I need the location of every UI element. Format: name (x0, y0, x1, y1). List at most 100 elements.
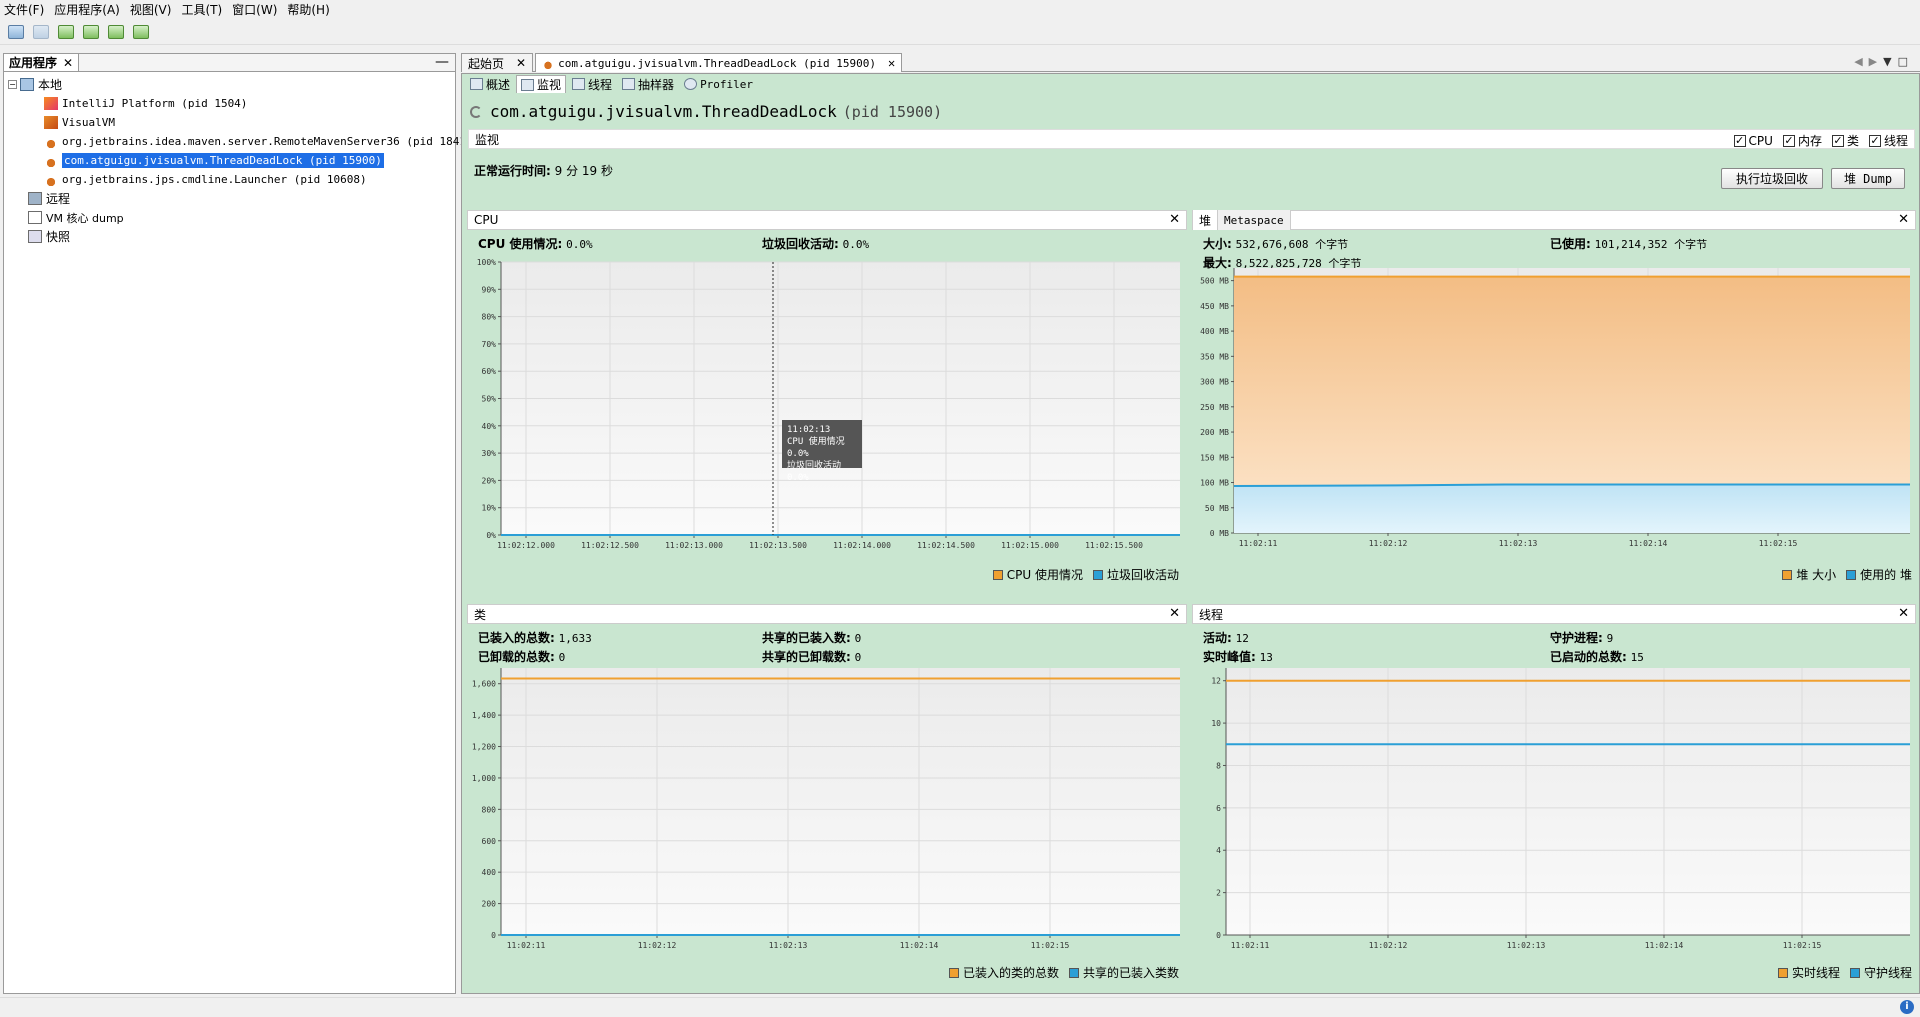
x-tick-label: 11:02:15 (1759, 539, 1798, 548)
close-icon[interactable]: ✕ (516, 56, 526, 70)
classes-loaded-value: 1,633 (558, 632, 592, 645)
classes-unloaded-value: 0 (558, 651, 566, 664)
add-snapshot-button[interactable] (131, 22, 151, 42)
page-title: com.atguigu.jvisualvm.ThreadDeadLock (pi… (470, 102, 942, 121)
legend-swatch (1777, 967, 1788, 978)
y-tick-label: 1,200 (472, 743, 496, 752)
classes-panel-header: 类 ✕ (467, 604, 1187, 624)
menu-help[interactable]: 帮助(H) (287, 1, 329, 18)
tab-list-icon[interactable]: ▼ (1883, 55, 1897, 68)
monitor-header: 监视 ✓ CPU ✓ 内存 ✓ 类 ✓ 线程 (468, 129, 1915, 149)
threads-daemon-label: 守护进程: (1550, 631, 1603, 645)
y-tick-label: 500 MB (1200, 277, 1229, 286)
scroll-left-icon[interactable]: ◀ (1854, 55, 1868, 68)
tree-node-app[interactable]: org.jetbrains.jps.cmdline.Launcher (pid … (4, 170, 455, 189)
close-icon[interactable]: ✕ (1169, 606, 1180, 621)
tab-app[interactable]: com.atguigu.jvisualvm.ThreadDeadLock (pi… (535, 53, 903, 72)
tab-heap[interactable]: 堆 (1193, 210, 1219, 230)
minimize-icon[interactable]: — (435, 54, 449, 70)
tree-node-app[interactable]: org.jetbrains.idea.maven.server.RemoteMa… (4, 132, 479, 151)
tab-overview[interactable]: 概述 (466, 75, 514, 93)
shared-unloaded-label: 共享的已卸载数: (762, 650, 851, 664)
threads-daemon-value: 9 (1606, 632, 1614, 645)
add-remote-host-button[interactable] (81, 22, 101, 42)
tab-overview-label: 概述 (486, 77, 511, 92)
y-tick-label: 400 (482, 868, 497, 877)
x-tick-label: 11:02:11 (1239, 539, 1278, 548)
heap-used-label: 已使用: (1550, 237, 1591, 251)
page-title-pid: (pid 15900) (842, 102, 943, 121)
shared-loaded-value: 0 (854, 632, 862, 645)
heap-size-value: 532,676,608 个字节 (1235, 238, 1349, 251)
tab-metaspace[interactable]: Metaspace (1218, 210, 1291, 230)
tree-node-remote[interactable]: 远程 (4, 189, 455, 208)
y-tick-label: 10% (482, 504, 497, 513)
collapse-icon[interactable]: − (8, 80, 17, 89)
heap-panel-header: 堆 Metaspace ✕ (1192, 210, 1916, 230)
classes-panel: 类 ✕ 已装入的总数: 1,633 已卸载的总数: 0 共享的已装入数: 0 共… (467, 604, 1187, 991)
tab-app-label: com.atguigu.jvisualvm.ThreadDeadLock (pi… (558, 56, 876, 70)
y-tick-label: 400 MB (1200, 327, 1229, 336)
menu-window[interactable]: 窗口(W) (232, 1, 277, 18)
y-tick-label: 4 (1216, 846, 1221, 855)
tab-applications-label: 应用程序 (9, 56, 58, 70)
y-tick-label: 1,600 (472, 680, 496, 689)
classes-checkbox[interactable]: ✓ 类 (1831, 132, 1859, 149)
intellij-icon (44, 97, 58, 110)
toolbar (0, 19, 1920, 45)
y-tick-label: 0 MB (1210, 529, 1229, 538)
tab-applications[interactable]: 应用程序 ✕ (4, 54, 80, 71)
close-icon[interactable]: ✕ (1169, 212, 1180, 227)
open-icon (8, 24, 24, 39)
scroll-right-icon[interactable]: ▶ (1869, 55, 1883, 68)
tree-node-app[interactable]: IntelliJ Platform (pid 1504) (4, 94, 455, 113)
tab-profiler[interactable]: Profiler (680, 75, 757, 93)
legend-swatch (948, 967, 959, 978)
menu-tools[interactable]: 工具(T) (181, 1, 222, 18)
maximize-icon[interactable]: □ (1898, 55, 1914, 68)
tab-threads[interactable]: 线程 (568, 75, 616, 93)
add-jmx-button[interactable] (56, 22, 76, 42)
cpu-panel-title: CPU (474, 213, 499, 227)
y-tick-label: 100% (477, 258, 496, 267)
cpu-tooltip: 11:02:13 CPU 使用情况 0.0% 垃圾回收活动 0.0% (782, 420, 862, 483)
threads-checkbox[interactable]: ✓ 线程 (1868, 132, 1908, 149)
menu-applications[interactable]: 应用程序(A) (54, 1, 120, 18)
tree-node-app[interactable]: VisualVM (4, 113, 455, 132)
close-icon[interactable]: ✕ (1898, 212, 1909, 227)
monitor-checkboxes: ✓ CPU ✓ 内存 ✓ 类 ✓ 线程 (1724, 132, 1908, 149)
save-button[interactable] (31, 22, 51, 42)
cpu-usage-label: CPU 使用情况: (478, 237, 563, 251)
menu-file[interactable]: 文件(F) (4, 1, 44, 18)
tab-sampler[interactable]: 抽样器 (618, 75, 678, 93)
uptime: 正常运行时间: 9 分 19 秒 (474, 162, 613, 179)
legend-used-heap: 使用的 堆 (1860, 568, 1912, 582)
memory-checkbox[interactable]: ✓ 内存 (1782, 132, 1822, 149)
perform-gc-button[interactable]: 执行垃圾回收 (1721, 168, 1823, 189)
close-icon[interactable]: ✕ (888, 56, 895, 70)
x-tick-label: 11:02:12 (638, 941, 677, 950)
y-tick-label: 30% (482, 449, 497, 458)
profiler-icon (684, 78, 698, 90)
tab-start-page[interactable]: 起始页 ✕ (461, 53, 534, 72)
threads-chart: 0 2 4 6 8 10 12 11:02:11 11:02:12 11:02:13 11:02:1… (1211, 668, 1910, 950)
info-icon[interactable]: i (1900, 1000, 1914, 1014)
tree-node-app-selected[interactable]: com.atguigu.jvisualvm.ThreadDeadLock (pi… (4, 151, 455, 170)
tree-node-snapshots[interactable]: 快照 (4, 227, 455, 246)
cpu-checkbox[interactable]: ✓ CPU (1733, 132, 1773, 149)
legend-loaded-classes: 已装入的类的总数 (962, 966, 1059, 980)
remote-icon (28, 192, 42, 205)
close-icon[interactable]: ✕ (63, 56, 73, 70)
tree-node-vm-core-dump[interactable]: VM 核心 dump (4, 208, 455, 227)
cpu-panel-header: CPU ✕ (467, 210, 1187, 230)
close-icon[interactable]: ✕ (1898, 606, 1909, 621)
tab-monitor[interactable]: 监视 (516, 75, 567, 93)
checkbox-checked-icon: ✓ (1831, 133, 1844, 147)
load-snapshot-button[interactable] (6, 22, 26, 42)
heap-dump-button[interactable]: 堆 Dump (1831, 168, 1905, 189)
snapshot-icon (133, 24, 149, 39)
tree-node-local[interactable]: − 本地 (4, 75, 455, 94)
uptime-value: 9 分 19 秒 (554, 164, 613, 178)
menu-view[interactable]: 视图(V) (130, 1, 172, 18)
add-core-dump-button[interactable] (106, 22, 126, 42)
